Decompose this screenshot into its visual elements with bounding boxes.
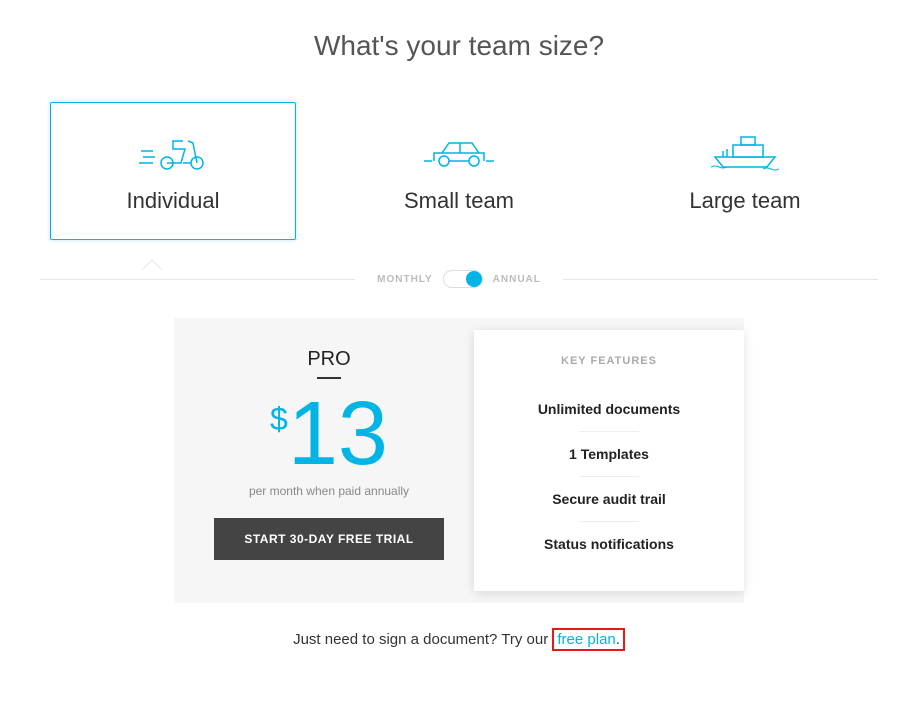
plan-pricing: PRO $ 13 per month when paid annually ST… (174, 318, 474, 603)
footer-text: Just need to sign a document? Try our fr… (40, 628, 878, 651)
toggle-knob (466, 271, 482, 287)
currency-symbol: $ (270, 401, 288, 438)
divider (317, 377, 341, 379)
billing-toggle[interactable] (443, 270, 483, 288)
price-subtext: per month when paid annually (214, 484, 444, 498)
key-features-panel: KEY FEATURES Unlimited documents 1 Templ… (474, 330, 744, 591)
team-size-options: Individual Small team (50, 102, 868, 240)
feature-item: Unlimited documents (494, 387, 724, 431)
team-option-label: Large team (633, 188, 857, 214)
free-plan-link[interactable]: free plan (557, 631, 615, 648)
price-amount: 13 (288, 389, 388, 479)
ship-icon (633, 123, 857, 178)
key-features-title: KEY FEATURES (494, 355, 724, 367)
plan-price: $ 13 (214, 389, 444, 479)
scooter-icon (61, 123, 285, 178)
free-plan-highlight: free plan. (552, 628, 625, 651)
team-option-label: Individual (61, 188, 285, 214)
team-option-small-team[interactable]: Small team (336, 102, 582, 240)
billing-monthly-label[interactable]: MONTHLY (367, 274, 443, 285)
feature-item: Secure audit trail (494, 477, 724, 521)
team-option-individual[interactable]: Individual (50, 102, 296, 240)
footer-suffix: . (616, 631, 620, 648)
page-title: What's your team size? (40, 30, 878, 62)
footer-prefix: Just need to sign a document? Try our (293, 631, 552, 648)
car-icon (347, 123, 571, 178)
team-option-label: Small team (347, 188, 571, 214)
feature-item: 1 Templates (494, 432, 724, 476)
billing-toggle-row: MONTHLY ANNUAL (40, 270, 878, 288)
plan-card: PRO $ 13 per month when paid annually ST… (174, 318, 744, 603)
selected-arrow-icon (142, 259, 162, 279)
feature-item: Status notifications (494, 522, 724, 566)
team-option-large-team[interactable]: Large team (622, 102, 868, 240)
start-trial-button[interactable]: START 30-DAY FREE TRIAL (214, 518, 444, 560)
plan-name: PRO (214, 348, 444, 371)
billing-annual-label[interactable]: ANNUAL (483, 274, 551, 285)
